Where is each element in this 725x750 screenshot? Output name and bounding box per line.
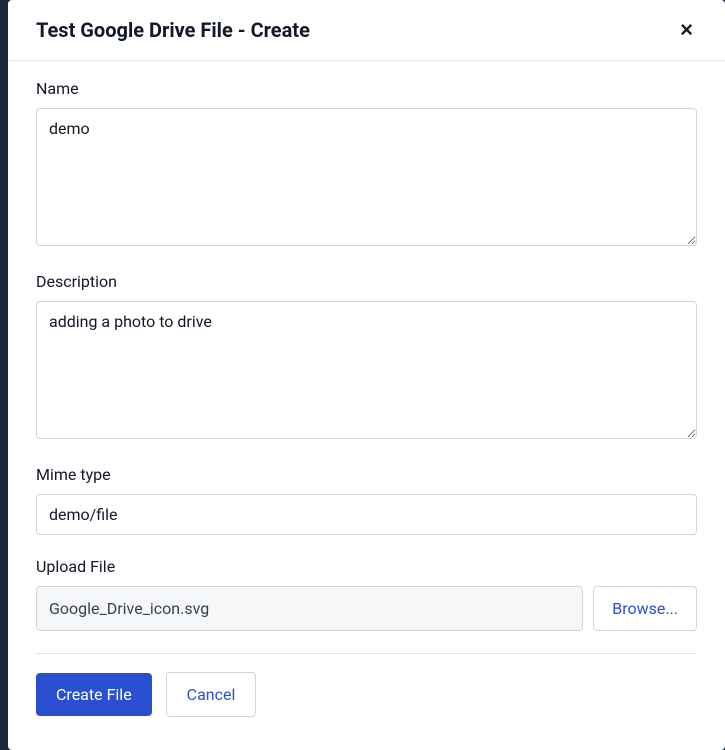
upload-form-group: Upload File Google_Drive_icon.svg Browse… <box>36 557 697 631</box>
browse-button[interactable]: Browse... <box>593 586 697 631</box>
cancel-button[interactable]: Cancel <box>166 672 257 717</box>
modal-body: Name demo Description adding a photo to … <box>8 61 725 750</box>
modal-title: Test Google Drive File - Create <box>36 18 310 42</box>
description-input[interactable]: adding a photo to drive <box>36 301 697 439</box>
modal-dialog: Test Google Drive File - Create × Name d… <box>8 0 725 750</box>
footer-divider <box>36 653 697 654</box>
name-label: Name <box>36 79 697 98</box>
description-label: Description <box>36 272 697 291</box>
modal-footer: Create File Cancel <box>36 672 697 717</box>
create-file-button[interactable]: Create File <box>36 673 152 716</box>
mime-type-input[interactable] <box>36 494 697 535</box>
close-button[interactable]: × <box>676 19 697 41</box>
mime-type-form-group: Mime type <box>36 465 697 535</box>
close-icon: × <box>680 17 693 42</box>
modal-header: Test Google Drive File - Create × <box>8 0 725 61</box>
name-input[interactable]: demo <box>36 108 697 246</box>
description-form-group: Description adding a photo to drive <box>36 272 697 443</box>
upload-filename-display: Google_Drive_icon.svg <box>36 586 583 631</box>
mime-type-label: Mime type <box>36 465 697 484</box>
name-form-group: Name demo <box>36 79 697 250</box>
upload-row: Google_Drive_icon.svg Browse... <box>36 586 697 631</box>
upload-label: Upload File <box>36 557 697 576</box>
